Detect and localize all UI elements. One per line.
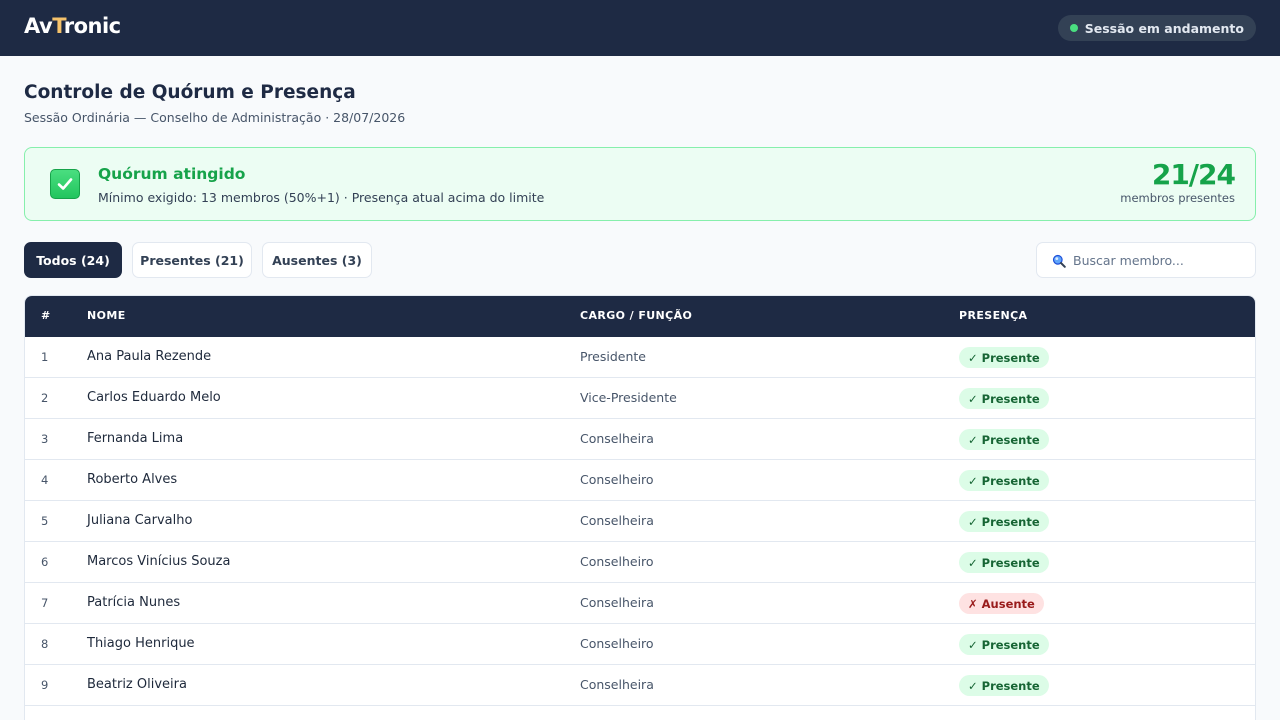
search-icon	[1052, 254, 1066, 268]
presence-badge[interactable]: ✓ Presente	[959, 470, 1049, 491]
app-logo[interactable]: AvTronic	[24, 14, 121, 38]
member-name: Juliana Carvalho	[87, 513, 193, 528]
member-role: Conselheira	[580, 431, 654, 446]
presence-badge[interactable]: ✓ Presente	[959, 429, 1049, 450]
presence-badge[interactable]: ✗ Ausente	[959, 593, 1044, 614]
quorum-status-card: Quórum atingido Mínimo exigido: 13 membr…	[24, 147, 1256, 221]
member-name: Marcos Vinícius Souza	[87, 554, 231, 569]
row-number: 6	[41, 555, 49, 569]
member-name: Roberto Alves	[87, 472, 178, 487]
filter-tab-all[interactable]: Todos (24)	[24, 242, 122, 278]
row-number: 1	[41, 350, 49, 364]
table-header: # NOME CARGO / FUNÇÃO PRESENÇA	[25, 296, 1255, 337]
presence-badge[interactable]: ✓ Presente	[959, 388, 1049, 409]
presence-badge[interactable]: ✓ Presente	[959, 511, 1049, 532]
member-role: Conselheiro	[580, 554, 654, 569]
member-role: Vice-Presidente	[580, 390, 677, 405]
presence-badge[interactable]: ✓ Presente	[959, 675, 1049, 696]
row-number: 2	[41, 391, 49, 405]
logo-accent: T	[52, 14, 64, 38]
row-number: 8	[41, 637, 49, 651]
member-role: Presidente	[580, 349, 646, 364]
filter-tab-present[interactable]: Presentes (21)	[132, 242, 252, 278]
member-name: Ana Paula Rezende	[87, 349, 212, 364]
row-number: 4	[41, 473, 49, 487]
search-box	[1036, 242, 1256, 278]
table-row[interactable]: 4 Roberto Alves Conselheiro ✓ Presente	[25, 460, 1255, 501]
search-input[interactable]	[1073, 244, 1249, 276]
member-name: Carlos Eduardo Melo	[87, 390, 221, 405]
logo-prefix: Av	[24, 14, 53, 38]
live-dot-icon	[1069, 24, 1078, 32]
row-number: 7	[41, 596, 49, 610]
table-row[interactable]: 1 Ana Paula Rezende Presidente ✓ Presente	[25, 337, 1255, 378]
column-header-number[interactable]: #	[41, 309, 51, 322]
table-row[interactable]: 9 Beatriz Oliveira Conselheira ✓ Presente	[25, 665, 1255, 706]
quorum-title: Quórum atingido	[98, 165, 246, 183]
logo-suffix: ronic	[63, 14, 121, 38]
member-role: Conselheiro	[580, 472, 654, 487]
table-row[interactable]: 3 Fernanda Lima Conselheira ✓ Presente	[25, 419, 1255, 460]
member-name: Beatriz Oliveira	[87, 677, 187, 692]
filter-tab-absent[interactable]: Ausentes (3)	[262, 242, 372, 278]
table-row[interactable]: 6 Marcos Vinícius Souza Conselheiro ✓ Prese…	[25, 542, 1255, 583]
quorum-count: 21/24	[1151, 158, 1236, 191]
check-icon	[50, 169, 80, 199]
member-name: Thiago Henrique	[87, 636, 195, 651]
presence-badge[interactable]: ✓ Presente	[959, 552, 1049, 573]
presence-badge[interactable]: ✓ Presente	[959, 347, 1049, 368]
table-row[interactable]: 2 Carlos Eduardo Melo Vice-Presidente ✓ Pre…	[25, 378, 1255, 419]
column-header-role[interactable]: CARGO / FUNÇÃO	[580, 309, 692, 322]
row-number: 9	[41, 678, 49, 692]
member-role: Conselheira	[580, 595, 654, 610]
row-number: 3	[41, 432, 49, 446]
members-table: # NOME CARGO / FUNÇÃO PRESENÇA 1 Ana Paul…	[24, 295, 1256, 720]
page-title: Controle de Quórum e Presença	[24, 82, 356, 103]
top-bar: AvTronic Sessão em andamento	[0, 0, 1280, 56]
session-status-text: Sessão em andamento	[1084, 20, 1244, 36]
page-subtitle: Sessão Ordinária — Conselho de Administr…	[24, 110, 406, 125]
table-row[interactable]: 5 Juliana Carvalho Conselheira ✓ Presente	[25, 501, 1255, 542]
member-name: Fernanda Lima	[87, 431, 184, 446]
table-row[interactable]: 7 Patrícia Nunes Conselheira ✗ Ausente	[25, 583, 1255, 624]
column-header-presence[interactable]: PRESENÇA	[959, 309, 1027, 322]
member-role: Conselheira	[580, 677, 654, 692]
member-role: Conselheiro	[580, 636, 654, 651]
quorum-description: Mínimo exigido: 13 membros (50%+1) · Pre…	[98, 190, 545, 205]
quorum-count-label: membros presentes	[1120, 191, 1235, 205]
member-name: Patrícia Nunes	[87, 595, 181, 610]
table-row[interactable]: 8 Thiago Henrique Conselheiro ✓ Presente	[25, 624, 1255, 665]
presence-badge[interactable]: ✓ Presente	[959, 634, 1049, 655]
row-number: 5	[41, 514, 49, 528]
session-status-badge: Sessão em andamento	[1057, 15, 1256, 41]
column-header-name[interactable]: NOME	[87, 309, 126, 322]
member-role: Conselheira	[580, 513, 654, 528]
